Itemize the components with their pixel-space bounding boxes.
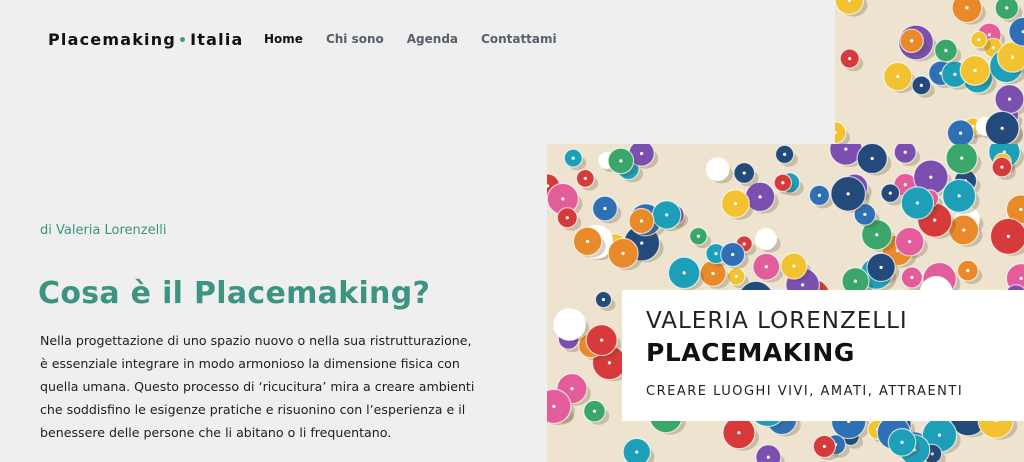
logo-text-left: Placemaking bbox=[48, 30, 176, 49]
site-logo[interactable]: Placemaking • Italia bbox=[48, 30, 244, 49]
book-author: VALERIA LORENZELLI bbox=[646, 308, 908, 334]
logo-dot-icon: • bbox=[177, 33, 189, 49]
author-byline: di Valeria Lorenzelli bbox=[40, 223, 167, 238]
book-subtitle: CREARE LUOGHI VIVI, AMATI, ATTRAENTI bbox=[646, 384, 964, 399]
intro-paragraph: Nella progettazione di uno spazio nuovo … bbox=[40, 333, 475, 440]
beach-umbrellas-image bbox=[835, 0, 1024, 144]
beach-photo-top bbox=[835, 0, 1024, 144]
nav-agenda[interactable]: Agenda bbox=[407, 32, 458, 46]
main-nav: Home Chi sono Agenda Contattami bbox=[264, 32, 557, 46]
book-cover: VALERIA LORENZELLI PLACEMAKING CREARE LU… bbox=[547, 144, 1024, 462]
nav-home[interactable]: Home bbox=[264, 32, 303, 46]
nav-contattami[interactable]: Contattami bbox=[481, 32, 557, 46]
logo-text-right: Italia bbox=[190, 30, 244, 49]
nav-chi-sono[interactable]: Chi sono bbox=[326, 32, 384, 46]
book-cover-card: VALERIA LORENZELLI PLACEMAKING CREARE LU… bbox=[622, 290, 1024, 421]
book-title: PLACEMAKING bbox=[646, 338, 855, 367]
page-title: Cosa è il Placemaking? bbox=[38, 276, 431, 311]
